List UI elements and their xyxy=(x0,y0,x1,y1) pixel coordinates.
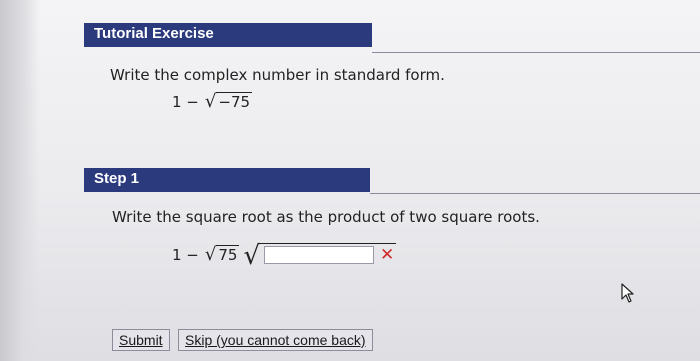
step-expression-lead: 1 − xyxy=(172,246,199,264)
expression-lead: 1 − xyxy=(172,93,199,111)
incorrect-x-icon: ✕ xyxy=(380,245,395,265)
step-expression-radicand: 75 xyxy=(216,245,240,264)
answer-input[interactable] xyxy=(264,246,375,264)
square-root-icon: √ xyxy=(243,241,261,271)
tutorial-header: Tutorial Exercise xyxy=(84,23,372,47)
step-header: Step 1 xyxy=(84,168,370,192)
skip-button[interactable]: Skip (you cannot come back) xyxy=(178,329,373,351)
mouse-pointer-icon xyxy=(621,283,635,307)
square-root-icon: √ xyxy=(204,91,217,112)
answer-radicand-group: ✕ xyxy=(260,243,397,265)
submit-button[interactable]: Submit xyxy=(112,329,170,351)
expression-radicand: −75 xyxy=(216,92,253,111)
square-root-icon: √ xyxy=(204,244,217,265)
step-prompt: Write the square root as the product of … xyxy=(112,208,540,226)
step-header-rule xyxy=(370,193,700,194)
step-expression: 1 − √ 75 √ ✕ xyxy=(172,240,397,269)
tutorial-expression: 1 − √ −75 xyxy=(172,91,253,112)
tutorial-header-rule xyxy=(372,52,700,53)
tutorial-prompt: Write the complex number in standard for… xyxy=(110,66,445,84)
screen-edge-shade xyxy=(0,0,40,361)
